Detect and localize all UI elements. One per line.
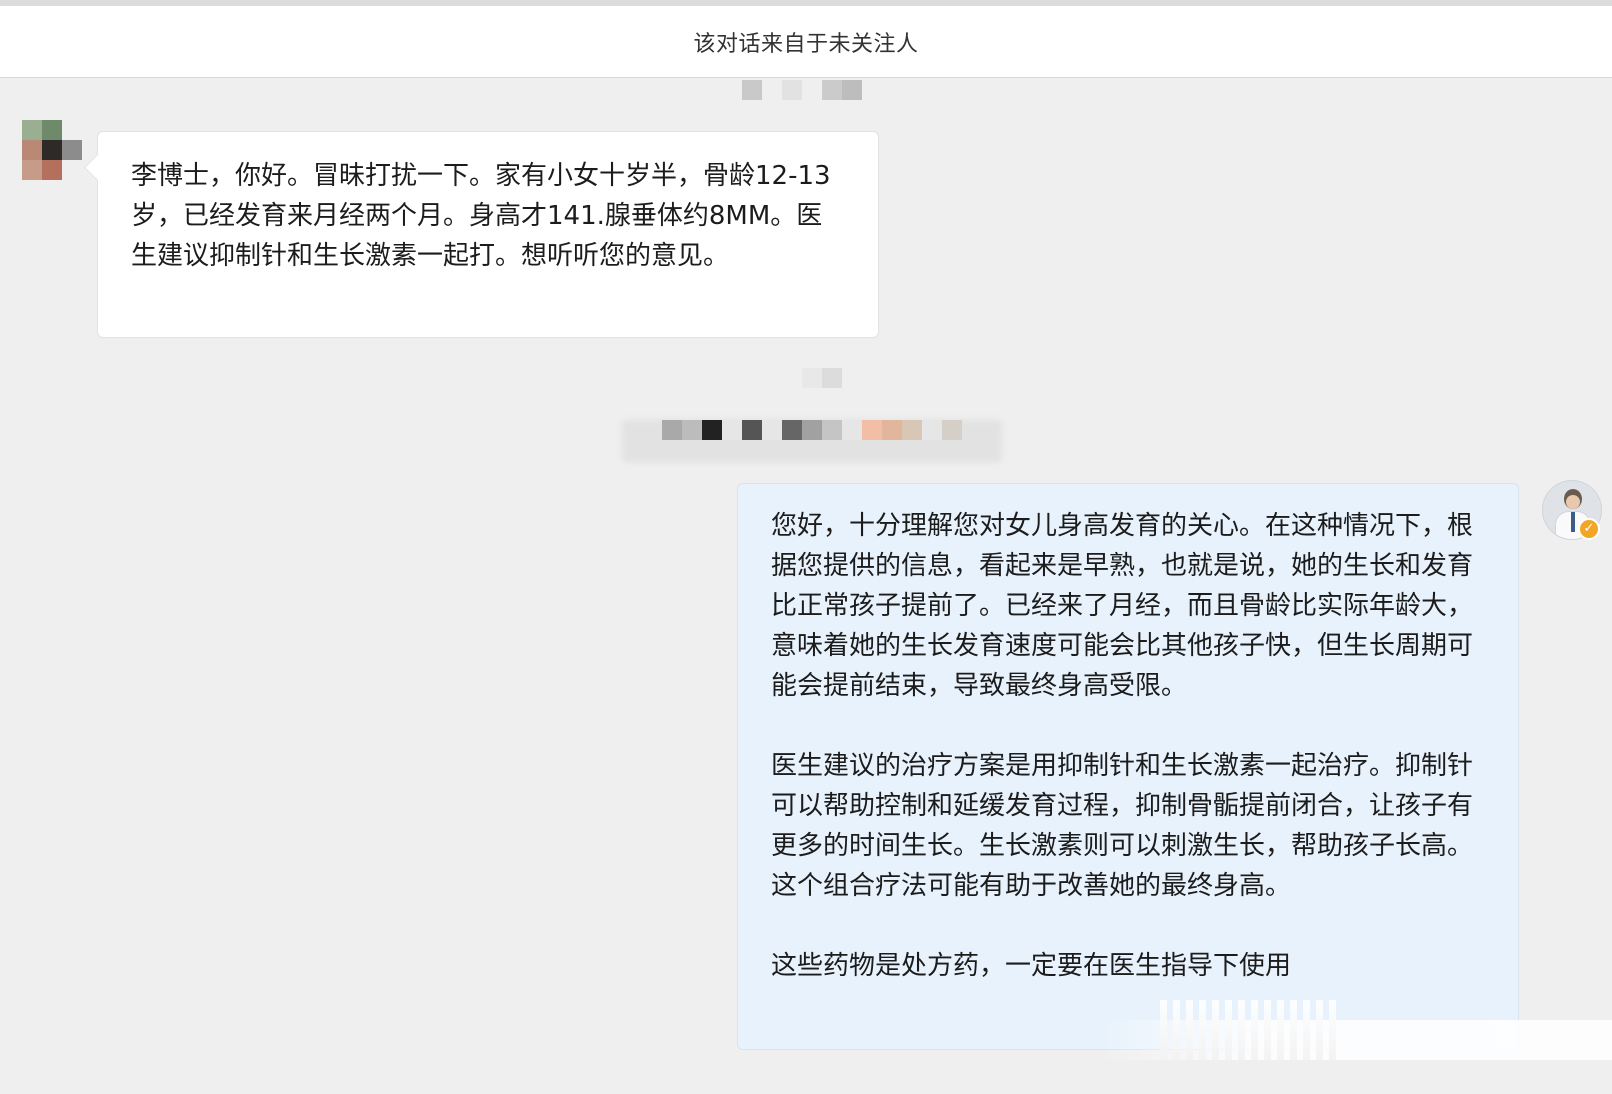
verified-badge-icon: ✓ [1578,518,1600,540]
reply-message-bubble[interactable]: 您好，十分理解您对女儿身高发育的关心。在这种情况下，根据您提供的信息，看起来是早… [737,483,1519,1050]
reply-paragraph-3: 这些药物是处方药，一定要在医生指导下使用 [771,951,1292,981]
reply-paragraph-1: 您好，十分理解您对女儿身高发育的关心。在这种情况下，根据您提供的信息，看起来是早… [771,511,1474,701]
header-title: 该对话来自于未关注人 [693,31,919,57]
reply-paragraph-2: 医生建议的治疗方案是用抑制针和生长激素一起治疗。抑制针可以帮助控制和延缓发育过程… [771,751,1474,901]
sender-avatar[interactable] [22,120,82,180]
incoming-message-text: 李博士，你好。冒昧打扰一下。家有小女十岁半，骨龄12-13岁，已经发育来月经两个… [131,161,831,271]
incoming-message-bubble[interactable]: 李博士，你好。冒昧打扰一下。家有小女十岁半，骨龄12-13岁，已经发育来月经两个… [97,131,879,338]
chat-header: 该对话来自于未关注人 [0,0,1612,78]
redacted-label [662,420,962,440]
scan-artifact [1160,1000,1340,1060]
redacted-timestamp [742,80,862,100]
redacted-label-small [802,368,842,388]
